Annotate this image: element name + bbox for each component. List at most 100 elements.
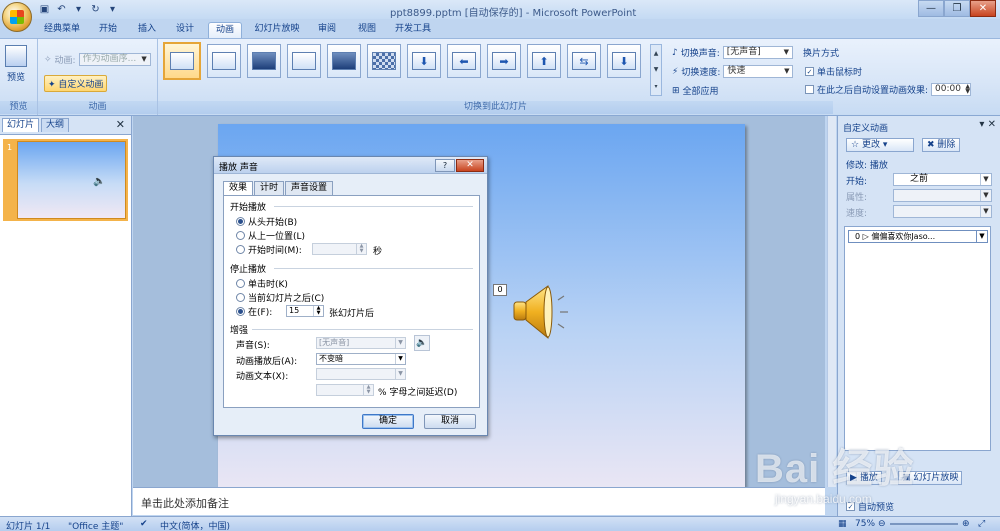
scroll-down-icon[interactable]: ▼ (654, 66, 659, 73)
transition-none[interactable] (163, 42, 201, 80)
apply-all-button[interactable]: ⊞ 全部应用 (672, 84, 719, 98)
zoom-slider[interactable] (890, 523, 958, 525)
stop-on-click[interactable]: 单击时(K) (236, 277, 288, 290)
spinner-arrows-icon[interactable]: ▲ ▼ (965, 84, 970, 95)
start-combo[interactable]: 之前 ▼ (893, 173, 992, 186)
slideshow-button[interactable]: ▣ 幻灯片放映 (898, 471, 963, 485)
redo-icon[interactable]: ↻ (89, 3, 102, 16)
tab-sound-settings[interactable]: 声音设置 (285, 181, 334, 195)
after-time-option[interactable]: 在此之后自动设置动画效果: 00:00 ▲ ▼ (805, 83, 972, 96)
spellcheck-icon[interactable]: ✔ (140, 519, 148, 529)
office-button[interactable] (2, 2, 32, 32)
dropdown-icon[interactable]: ▾ (72, 3, 85, 16)
spinner-arrows-icon[interactable]: ▲ ▼ (363, 385, 373, 395)
animation-combo[interactable]: 作为动画序... ▼ (78, 53, 151, 66)
custom-animation-button[interactable]: ✦ 自定义动画 (44, 75, 108, 92)
volume-icon[interactable]: 🔈 (414, 335, 430, 351)
stop-after-slides-spinner[interactable]: 15 ▲ ▼ (286, 305, 324, 317)
customize-qat-icon[interactable]: ▾ (106, 3, 119, 16)
transition-wipe-right[interactable]: ➡ (487, 44, 521, 78)
transition-fade-smooth[interactable] (207, 44, 241, 78)
tab-timing[interactable]: 计时 (254, 181, 285, 195)
speaker-icon[interactable] (508, 282, 578, 342)
radio-button[interactable] (236, 231, 245, 240)
sound-combo[interactable]: [无声音] ▼ (316, 337, 406, 349)
notes-pane[interactable]: 单击此处添加备注 (133, 487, 825, 515)
tab-developer[interactable]: 开发工具 (392, 22, 434, 38)
dialog-close-button[interactable]: ✕ (456, 159, 484, 172)
autopreview-option[interactable]: ✓ 自动预览 (846, 500, 894, 513)
save-icon[interactable]: ▣ (38, 3, 51, 16)
radio-button[interactable] (236, 307, 245, 316)
tab-slides[interactable]: 幻灯片 (2, 118, 40, 132)
after-animation-combo[interactable]: 不变暗 ▼ (316, 353, 406, 365)
zoom-in-icon[interactable]: ⊕ (962, 519, 970, 529)
tab-outline[interactable]: 大纲 (41, 118, 70, 132)
play-button[interactable]: ▶ 播放 (846, 471, 882, 485)
minimize-button[interactable]: — (918, 0, 944, 17)
letter-delay-spinner[interactable]: ▲ ▼ (316, 384, 374, 396)
after-time-checkbox[interactable] (805, 85, 814, 94)
tab-review[interactable]: 审阅 (314, 22, 340, 38)
radio-button[interactable] (236, 279, 245, 288)
transition-speed-combo[interactable]: 快速 ▼ (723, 65, 794, 78)
start-from-beginning[interactable]: 从头开始(B) (236, 215, 297, 228)
tab-view[interactable]: 视图 (354, 22, 380, 38)
spinner-arrows-icon[interactable]: ▲ ▼ (313, 306, 323, 316)
tab-design[interactable]: 设计 (172, 22, 198, 38)
start-time-field[interactable]: ▲ ▼ (312, 243, 367, 255)
tab-animations[interactable]: 动画 (208, 22, 242, 38)
transition-push-down[interactable]: ⬇ (607, 44, 641, 78)
transition-dissolve[interactable] (367, 44, 401, 78)
transition-wipe-up[interactable]: ⬆ (527, 44, 561, 78)
undo-icon[interactable]: ↶ (55, 3, 68, 16)
on-click-option[interactable]: ✓ 单击鼠标时 (805, 65, 862, 78)
status-language[interactable]: 中文(简体，中国) (160, 519, 230, 531)
chevron-down-icon[interactable]: ▼ (976, 231, 987, 242)
transition-wipe-left[interactable]: ⬅ (447, 44, 481, 78)
tab-home[interactable]: 开始 (95, 22, 121, 38)
zoom-out-icon[interactable]: ⊖ (878, 519, 886, 529)
after-time-spinner[interactable]: 00:00 ▲ ▼ (931, 83, 972, 96)
slide-thumbnail-1[interactable]: 1 🔈 (3, 139, 128, 221)
stop-after-current-slide[interactable]: 当前幻灯片之后(C) (236, 291, 324, 304)
close-button[interactable]: ✕ (970, 0, 996, 17)
animate-text-combo[interactable]: ▼ (316, 368, 406, 380)
transition-split[interactable]: ⇆ (567, 44, 601, 78)
remove-effect-button[interactable]: ✖ 删除 (922, 138, 961, 152)
transition-sound-combo[interactable]: [无声音] ▼ (722, 46, 793, 59)
transition-cut[interactable] (287, 44, 321, 78)
autopreview-checkbox[interactable]: ✓ (846, 502, 855, 511)
change-effect-button[interactable]: ☆ 更改 ▾ (846, 138, 914, 152)
gallery-more-icon[interactable]: ▾ (654, 83, 657, 90)
animation-order-tag[interactable]: 0 (493, 284, 507, 296)
on-click-checkbox[interactable]: ✓ (805, 67, 814, 76)
spinner-arrows-icon[interactable]: ▲ ▼ (356, 244, 366, 254)
tab-classic-menu[interactable]: 经典菜单 (42, 22, 82, 38)
radio-button[interactable] (236, 293, 245, 302)
help-button[interactable]: ? (435, 159, 455, 172)
pane-options-icon[interactable]: ▾ ✕ (979, 119, 996, 130)
animation-list-item[interactable]: 0 ▷ 偏偏喜欢你Jaso... ▼ (848, 230, 988, 243)
tab-insert[interactable]: 插入 (134, 22, 160, 38)
radio-button[interactable] (236, 217, 245, 226)
speed-combo[interactable]: ▼ (893, 205, 992, 218)
ok-button[interactable]: 确定 (362, 414, 414, 429)
fit-window-icon[interactable]: ⤢ (978, 519, 985, 529)
transition-fade-black[interactable] (247, 44, 281, 78)
radio-button[interactable] (236, 245, 245, 254)
status-zoom[interactable]: 75% (855, 519, 875, 529)
start-at-time[interactable]: 开始时间(M): (236, 243, 302, 256)
cancel-button[interactable]: 取消 (424, 414, 476, 429)
gallery-scroll[interactable]: ▲ ▼ ▾ (650, 44, 662, 96)
scroll-up-icon[interactable]: ▲ (654, 50, 659, 57)
start-from-last-position[interactable]: 从上一位置(L) (236, 229, 305, 242)
transition-wipe-down[interactable]: ⬇ (407, 44, 441, 78)
stop-after-slides[interactable]: 在(F): (236, 305, 272, 318)
preview-button[interactable]: 预览 (5, 45, 27, 83)
property-combo[interactable]: ▼ (893, 189, 992, 202)
tab-effect[interactable]: 效果 (223, 181, 254, 196)
maximize-button[interactable]: ❐ (944, 0, 970, 17)
editor-scrollbar[interactable] (827, 116, 836, 487)
normal-view-icon[interactable]: ▦ (838, 519, 847, 529)
